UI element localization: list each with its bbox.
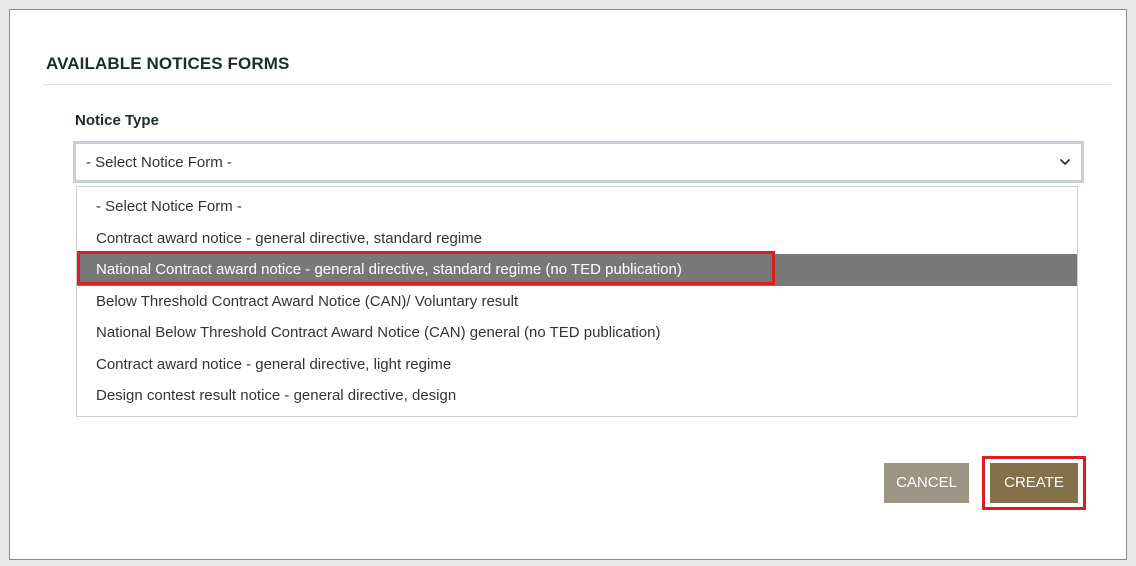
notice-type-label: Notice Type [75,112,159,129]
notice-forms-modal: AVAILABLE NOTICES FORMS Notice Type - Se… [9,9,1127,560]
option-below-threshold-can-voluntary[interactable]: Below Threshold Contract Award Notice (C… [77,286,1077,318]
option-select-notice-form[interactable]: - Select Notice Form - [77,191,1077,223]
title-divider [43,84,1111,85]
option-national-below-threshold-can[interactable]: National Below Threshold Contract Award … [77,317,1077,349]
option-design-contest-result[interactable]: Design contest result notice - general d… [77,380,1077,412]
notice-form-select[interactable]: - Select Notice Form - [73,141,1084,183]
option-contract-award-light[interactable]: Contract award notice - general directiv… [77,349,1077,381]
notice-form-dropdown-list: - Select Notice Form - Contract award no… [76,186,1078,417]
cancel-button[interactable]: CANCEL [884,463,969,503]
select-current-value: - Select Notice Form - [86,154,232,171]
create-button-highlight-outline [982,456,1086,510]
option-highlight-outline [77,251,775,285]
modal-title: AVAILABLE NOTICES FORMS [46,54,290,73]
chevron-down-icon [1060,159,1070,165]
